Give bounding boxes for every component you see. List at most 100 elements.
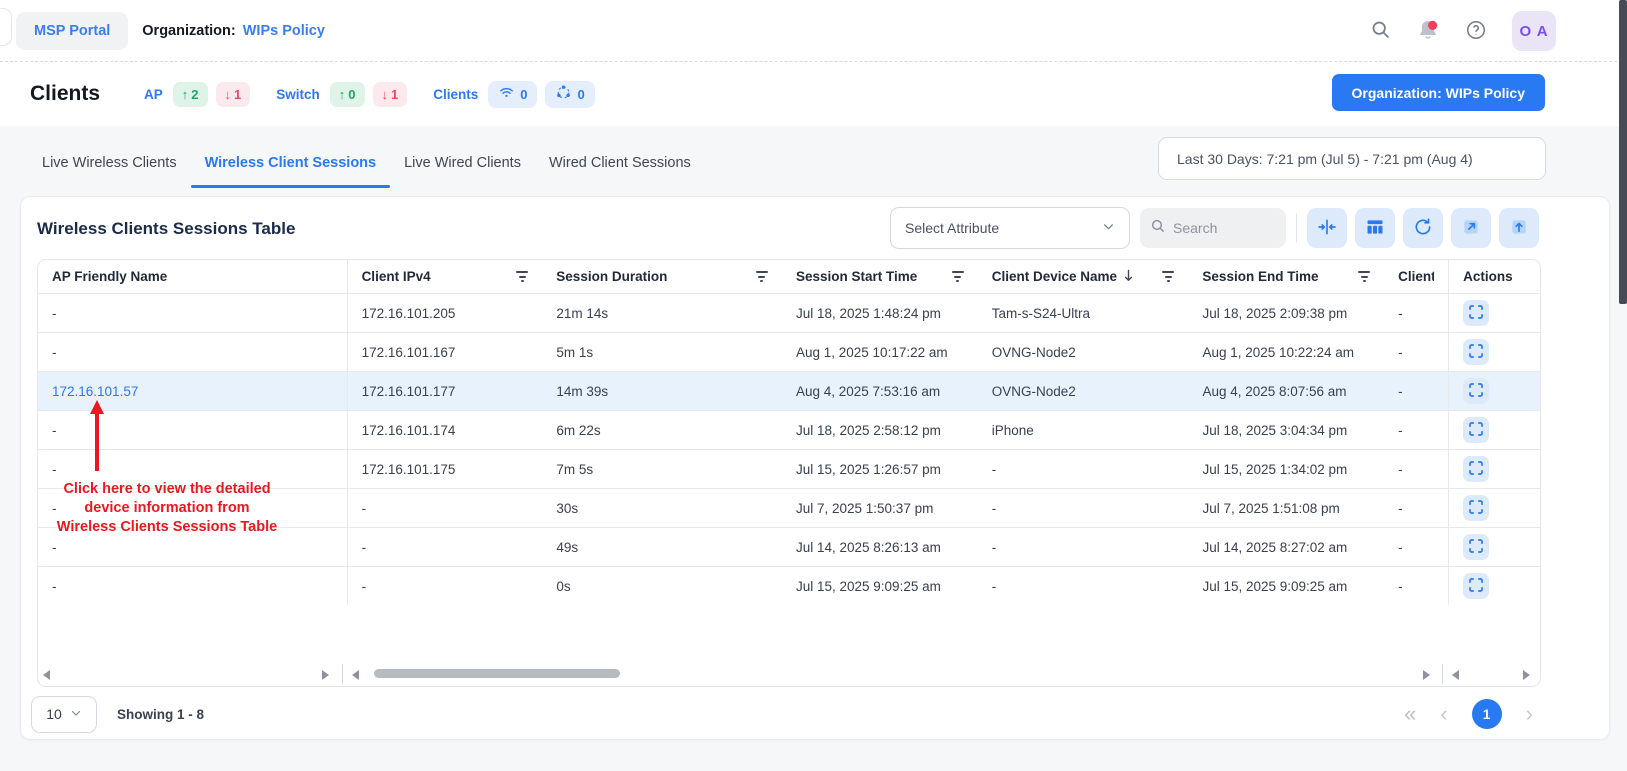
cell: OVNG-Node2 — [978, 333, 1189, 371]
table-body: -172.16.101.20521m 14sJul 18, 2025 1:48:… — [38, 293, 1540, 605]
arrow-down-icon: ↓ — [382, 87, 389, 102]
cell: Aug 4, 2025 7:53:16 am — [782, 372, 978, 410]
search-input[interactable] — [1173, 220, 1276, 236]
expand-icon — [1468, 538, 1484, 557]
column-label: AP Friendly Name — [52, 269, 167, 284]
prev-page-button[interactable]: ‹ — [1440, 703, 1447, 725]
refresh-button[interactable] — [1403, 208, 1443, 248]
fit-columns-button[interactable] — [1307, 208, 1347, 248]
current-page-button[interactable]: 1 — [1472, 699, 1502, 729]
column-header-client-ipv4[interactable]: Client IPv4 — [348, 260, 543, 293]
filter-icon[interactable] — [756, 271, 768, 282]
notifications-button[interactable] — [1416, 18, 1440, 45]
wifi-icon — [498, 84, 515, 104]
sort-desc-icon — [1123, 269, 1134, 285]
tab-live-wired-clients[interactable]: Live Wired Clients — [390, 138, 535, 188]
switch-up-badge: ↑0 — [330, 82, 365, 107]
expand-row-button[interactable] — [1463, 534, 1489, 560]
column-header-ap-friendly-name[interactable]: AP Friendly Name — [38, 260, 348, 293]
organization-button[interactable]: Organization: WIPs Policy — [1332, 74, 1545, 111]
column-header-client-device-name[interactable]: Client Device Name — [978, 260, 1189, 293]
avatar[interactable]: O A — [1512, 11, 1556, 51]
scroll-left-arrow[interactable] — [1452, 670, 1459, 680]
scroll-right-arrow[interactable] — [1423, 670, 1430, 680]
expand-row-button[interactable] — [1463, 300, 1489, 326]
cell: - — [978, 489, 1189, 527]
page-size-value: 10 — [46, 706, 62, 722]
tab-wireless-client-sessions[interactable]: Wireless Client Sessions — [191, 138, 391, 188]
cell-actions — [1448, 567, 1540, 605]
msp-portal-button[interactable]: MSP Portal — [16, 12, 128, 50]
page-size-select[interactable]: 10 — [31, 696, 97, 733]
h-scrollbar-thumb[interactable] — [374, 669, 620, 678]
first-page-button[interactable]: « — [1404, 703, 1416, 725]
scrollbar-divider — [1442, 664, 1443, 684]
table-row[interactable]: --49sJul 14, 2025 8:26:13 am-Jul 14, 202… — [38, 527, 1540, 566]
filter-icon[interactable] — [1162, 271, 1174, 282]
cell: Jul 18, 2025 3:04:34 pm — [1188, 411, 1384, 449]
column-header-client-ip[interactable]: Client IP — [1384, 260, 1448, 293]
toolbar-divider — [1296, 213, 1297, 243]
cell: - — [978, 450, 1189, 488]
cell: - — [1384, 372, 1448, 410]
filter-icon[interactable] — [516, 271, 528, 282]
window-scrollbar-thumb[interactable] — [1619, 0, 1627, 304]
cell-actions — [1448, 450, 1540, 488]
scroll-left-arrow[interactable] — [43, 670, 50, 680]
cell-ap-friendly-name: - — [38, 333, 348, 371]
search-button[interactable] — [1370, 19, 1391, 43]
page-header: Clients AP ↑2 ↓1 Switch ↑0 ↓1 Clients 0 … — [0, 62, 1627, 126]
expand-row-button[interactable] — [1463, 456, 1489, 482]
scroll-left-arrow[interactable] — [352, 670, 359, 680]
table-row[interactable]: --30sJul 7, 2025 1:50:37 pm-Jul 7, 2025 … — [38, 488, 1540, 527]
cell: - — [348, 567, 543, 605]
cell: - — [978, 567, 1189, 605]
table-row[interactable]: 172.16.101.57172.16.101.17714m 39sAug 4,… — [38, 371, 1540, 410]
column-header-session-start-time[interactable]: Session Start Time — [782, 260, 978, 293]
column-header-session-duration[interactable]: Session Duration — [542, 260, 782, 293]
table-row[interactable]: -172.16.101.1675m 1sAug 1, 2025 10:17:22… — [38, 332, 1540, 371]
cell: 7m 5s — [542, 450, 782, 488]
export-button[interactable] — [1451, 208, 1491, 248]
column-header-actions[interactable]: Actions — [1448, 260, 1540, 293]
expand-row-button[interactable] — [1463, 417, 1489, 443]
cell: - — [1384, 489, 1448, 527]
table-row[interactable]: -172.16.101.1746m 22sJul 18, 2025 2:58:1… — [38, 410, 1540, 449]
select-attribute-dropdown[interactable]: Select Attribute — [890, 207, 1130, 249]
sessions-card: Wireless Clients Sessions Table Select A… — [20, 196, 1610, 740]
sidebar-edge-stub[interactable] — [0, 8, 12, 46]
cell: Aug 4, 2025 8:07:56 am — [1188, 372, 1384, 410]
tab-wired-client-sessions[interactable]: Wired Client Sessions — [535, 138, 705, 188]
next-page-button[interactable]: › — [1526, 703, 1533, 725]
filter-icon[interactable] — [1358, 271, 1370, 282]
expand-row-button[interactable] — [1463, 573, 1489, 599]
cell: Jul 14, 2025 8:26:13 am — [782, 528, 978, 566]
column-header-session-end-time[interactable]: Session End Time — [1188, 260, 1384, 293]
organization-link[interactable]: WIPs Policy — [243, 23, 325, 39]
filter-icon[interactable] — [952, 271, 964, 282]
table-row[interactable]: --0sJul 15, 2025 9:09:25 am-Jul 15, 2025… — [38, 566, 1540, 605]
expand-row-button[interactable] — [1463, 495, 1489, 521]
date-range-selector[interactable]: Last 30 Days: 7:21 pm (Jul 5) - 7:21 pm … — [1158, 137, 1546, 180]
wireless-clients-count: 0 — [488, 81, 537, 108]
cell: - — [348, 528, 543, 566]
scroll-right-arrow[interactable] — [322, 670, 329, 680]
cell: 172.16.101.205 — [348, 294, 543, 332]
column-settings-button[interactable] — [1355, 208, 1395, 248]
scroll-right-arrow[interactable] — [1523, 670, 1530, 680]
expand-row-button[interactable] — [1463, 339, 1489, 365]
table-row[interactable]: -172.16.101.1757m 5sJul 15, 2025 1:26:57… — [38, 449, 1540, 488]
help-button[interactable] — [1465, 19, 1487, 44]
cell: Jul 18, 2025 2:58:12 pm — [782, 411, 978, 449]
column-label: Session Duration — [556, 269, 667, 284]
mesh-cluster-icon — [555, 84, 572, 104]
search-box[interactable] — [1140, 208, 1286, 248]
switch-down-badge: ↓1 — [373, 82, 408, 107]
cell: 172.16.101.167 — [348, 333, 543, 371]
table-row[interactable]: -172.16.101.20521m 14sJul 18, 2025 1:48:… — [38, 293, 1540, 332]
upload-button[interactable] — [1499, 208, 1539, 248]
tab-live-wireless-clients[interactable]: Live Wireless Clients — [28, 138, 191, 188]
ap-name-link[interactable]: 172.16.101.57 — [52, 384, 138, 399]
expand-row-button[interactable] — [1463, 378, 1489, 404]
column-label: Client IP — [1398, 269, 1434, 284]
